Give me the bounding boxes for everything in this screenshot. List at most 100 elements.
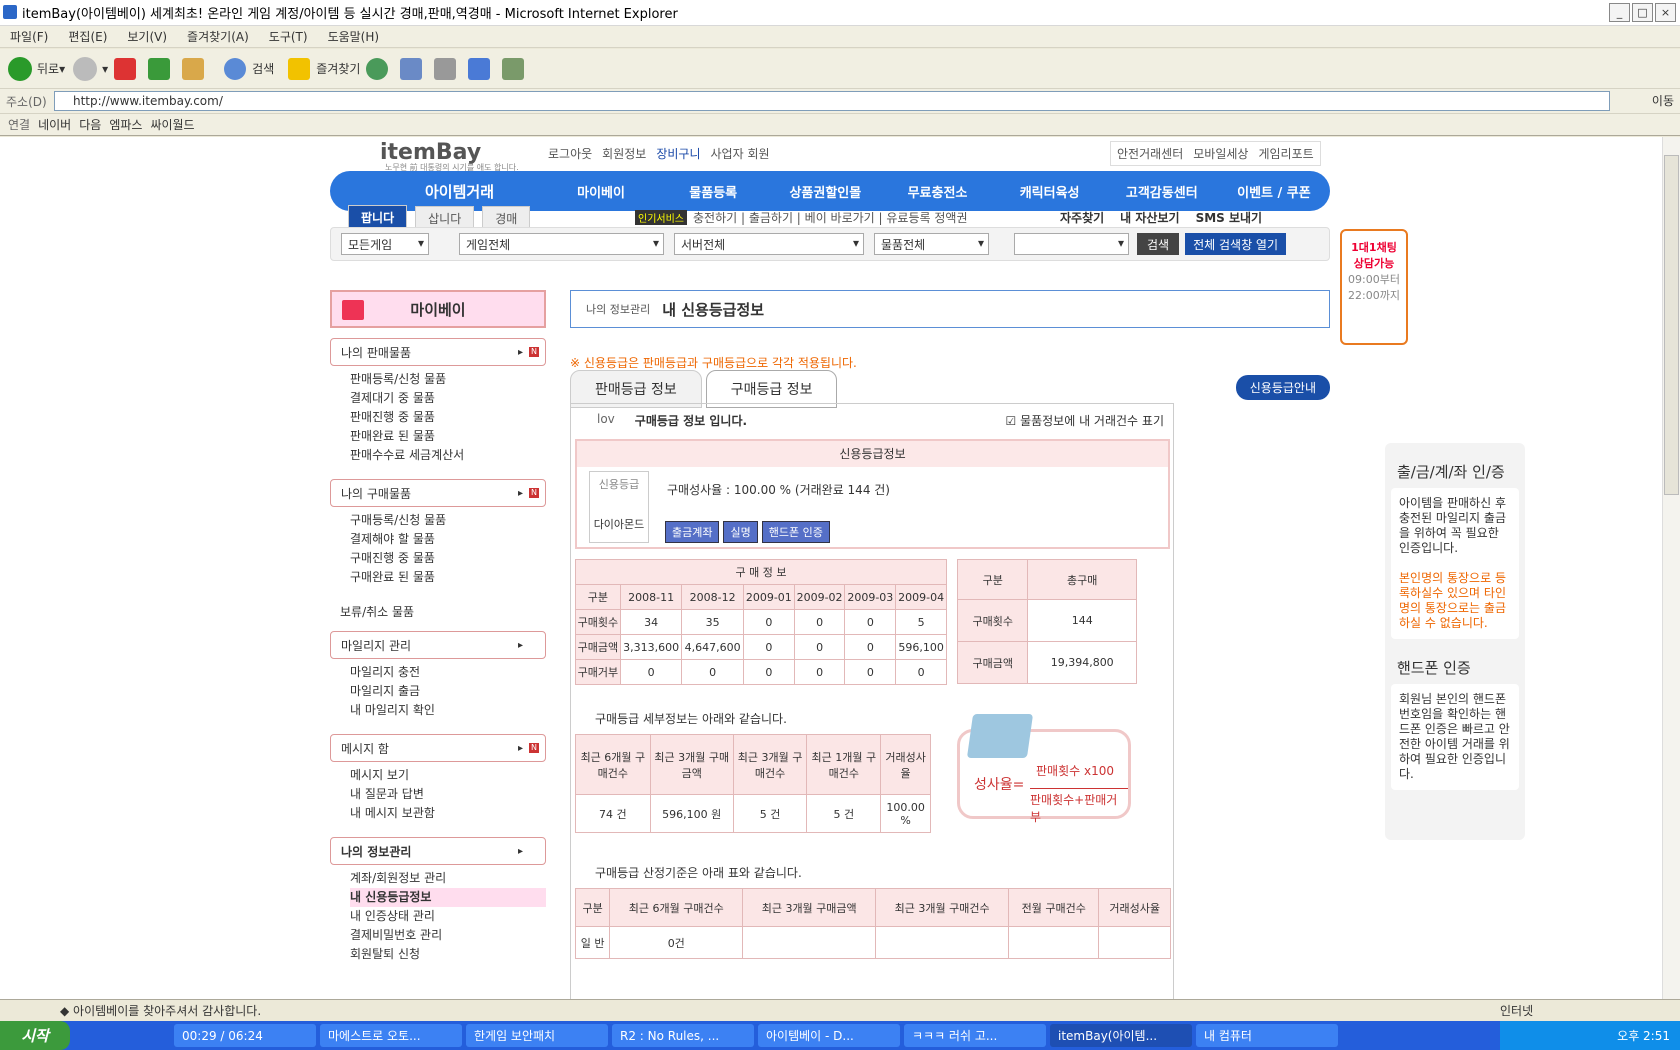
start-button[interactable]: 시작: [0, 1021, 70, 1050]
frequent-link[interactable]: 자주찾기: [1060, 209, 1104, 226]
item-select[interactable]: 물품전체: [874, 233, 989, 255]
game-category-select[interactable]: 모든게임: [341, 233, 429, 255]
sidebar-item[interactable]: 마일리지 충전: [350, 663, 546, 682]
sidebar-item-active[interactable]: 내 신용등급정보: [350, 888, 546, 907]
sidebar-head-info[interactable]: 나의 정보관리: [330, 837, 546, 865]
sidebar-item[interactable]: 결제해야 할 물품: [350, 530, 546, 549]
favorites-button[interactable]: 즐겨찾기: [282, 57, 360, 80]
sidebar-item[interactable]: 결제대기 중 물품: [350, 389, 546, 408]
task-item[interactable]: ㅋㅋㅋ 러쉬 고...: [904, 1024, 1046, 1047]
search-input[interactable]: [1014, 233, 1129, 255]
mileage-head-label: 마일리지 관리: [341, 638, 412, 653]
task-item[interactable]: 내 컴퓨터: [1196, 1024, 1338, 1047]
site-logo[interactable]: itemBay 노무현 前 대통령의 시기를 애도 합니다.: [330, 140, 519, 173]
menu-edit[interactable]: 편집(E): [68, 28, 107, 45]
task-item[interactable]: 마에스트로 오토...: [320, 1024, 462, 1047]
member-info-link[interactable]: 회원정보: [602, 145, 646, 162]
sidebar-title[interactable]: 마이베이: [330, 290, 546, 328]
task-item[interactable]: R2 : No Rules, ...: [612, 1024, 754, 1047]
cart-link[interactable]: 장비구니: [656, 145, 700, 162]
service-link-list[interactable]: 충전하기 | 출금하기 | 베이 바로가기 | 유료등록 정액권: [693, 209, 968, 226]
logout-link[interactable]: 로그아웃: [548, 145, 592, 162]
go-button[interactable]: 이동: [1652, 92, 1674, 109]
task-item[interactable]: 아이템베이 - D...: [758, 1024, 900, 1047]
sidebar-item[interactable]: 결제비밀번호 관리: [350, 926, 546, 945]
link-empas[interactable]: 엠파스: [109, 116, 142, 133]
refresh-icon[interactable]: [148, 57, 171, 80]
sidebar-item[interactable]: 메시지 보기: [350, 766, 546, 785]
game-select[interactable]: 게임전체: [459, 233, 664, 255]
menu-help[interactable]: 도움말(H): [328, 28, 380, 45]
nav-giftcard[interactable]: 상품권할인몰: [769, 182, 881, 201]
task-item[interactable]: 한게임 보안패치: [466, 1024, 608, 1047]
menu-tools[interactable]: 도구(T): [269, 28, 308, 45]
sidebar-item[interactable]: 내 마일리지 확인: [350, 701, 546, 720]
phone-auth-button[interactable]: 핸드폰 인증: [761, 521, 830, 543]
nav-support[interactable]: 고객감동센터: [1106, 182, 1218, 201]
credit-guide-button[interactable]: 신용등급안내: [1235, 375, 1330, 400]
search-button-site[interactable]: 검색: [1137, 233, 1180, 255]
sidebar-head-sell[interactable]: 나의 판매물품 N: [330, 338, 546, 366]
sidebar-item[interactable]: 판매진행 중 물품: [350, 408, 546, 427]
address-input[interactable]: http://www.itembay.com/: [54, 91, 1610, 111]
safe-trade-link[interactable]: 안전거래센터: [1117, 145, 1183, 162]
nav-brand[interactable]: 아이템거래: [425, 181, 545, 202]
sidebar-item[interactable]: 판매등록/신청 물품: [350, 370, 546, 389]
sidebar-head-message[interactable]: 메시지 함 N: [330, 734, 546, 762]
sidebar-head-buy[interactable]: 나의 구매물품 N: [330, 479, 546, 507]
menu-favorites[interactable]: 즐겨찾기(A): [187, 28, 249, 45]
nav-character[interactable]: 캐릭터육성: [994, 182, 1106, 201]
maximize-button[interactable]: □: [1632, 3, 1653, 22]
sidebar-item[interactable]: 계좌/회원정보 관리: [350, 869, 546, 888]
scroll-thumb[interactable]: [1664, 155, 1679, 495]
sidebar-head-mileage[interactable]: 마일리지 관리: [330, 631, 546, 659]
menu-view[interactable]: 보기(V): [127, 28, 167, 45]
breadcrumb-parent[interactable]: 나의 정보관리: [586, 301, 650, 317]
link-cyworld[interactable]: 싸이월드: [150, 116, 194, 133]
back-button[interactable]: 뒤로 ▾: [8, 56, 65, 81]
vertical-scrollbar[interactable]: [1662, 137, 1680, 999]
realname-button[interactable]: 실명: [723, 521, 758, 543]
task-item[interactable]: 00:29 / 06:24: [174, 1024, 316, 1047]
show-count-checkbox[interactable]: ☑ 물품정보에 내 거래건수 표기: [1005, 412, 1164, 429]
forward-button[interactable]: ▾: [73, 56, 108, 81]
edit-icon[interactable]: [468, 57, 491, 80]
search-button[interactable]: 검색: [218, 57, 274, 80]
link-naver[interactable]: 네이버: [38, 116, 71, 133]
withdraw-account-button[interactable]: 출금계좌: [665, 521, 720, 543]
mail-icon[interactable]: [400, 57, 423, 80]
sidebar-item[interactable]: 마일리지 출금: [350, 682, 546, 701]
link-daum[interactable]: 다음: [79, 116, 101, 133]
sidebar-item[interactable]: 구매진행 중 물품: [350, 549, 546, 568]
print-icon[interactable]: [434, 57, 457, 80]
chat-banner[interactable]: 1대1채팅 상담가능 09:00부터 22:00까지: [1340, 229, 1408, 345]
nav-register[interactable]: 물품등록: [657, 182, 769, 201]
assets-link[interactable]: 내 자산보기: [1120, 209, 1179, 226]
messenger-icon[interactable]: [502, 57, 525, 80]
sidebar-item[interactable]: 내 인증상태 관리: [350, 907, 546, 926]
mobile-link[interactable]: 모바일세상: [1193, 145, 1248, 162]
sidebar-item[interactable]: 내 질문과 답변: [350, 785, 546, 804]
nav-mybay[interactable]: 마이베이: [545, 182, 657, 201]
history-icon[interactable]: [366, 57, 389, 80]
open-search-button[interactable]: 전체 검색창 열기: [1185, 233, 1287, 255]
menu-file[interactable]: 파일(F): [10, 28, 48, 45]
home-icon[interactable]: [182, 57, 205, 80]
business-member-link[interactable]: 사업자 회원: [711, 145, 770, 162]
sidebar-item[interactable]: 판매수수료 세금계산서: [350, 446, 546, 465]
stop-icon[interactable]: [114, 57, 137, 80]
nav-charge[interactable]: 무료충전소: [881, 182, 993, 201]
sidebar-item[interactable]: 구매등록/신청 물품: [350, 511, 546, 530]
sms-link[interactable]: SMS 보내기: [1196, 209, 1263, 226]
sidebar-item[interactable]: 내 메시지 보관함: [350, 804, 546, 823]
minimize-button[interactable]: _: [1609, 3, 1630, 22]
sidebar-item[interactable]: 판매완료 된 물품: [350, 427, 546, 446]
close-button[interactable]: ×: [1655, 3, 1676, 22]
game-report-link[interactable]: 게임리포트: [1258, 145, 1313, 162]
nav-event[interactable]: 이벤트 / 쿠폰: [1218, 182, 1330, 201]
server-select[interactable]: 서버전체: [674, 233, 864, 255]
task-item-active[interactable]: itemBay(아이템...: [1050, 1024, 1192, 1047]
sidebar-hold[interactable]: 보류/취소 물품: [340, 603, 546, 621]
sidebar-item[interactable]: 구매완료 된 물품: [350, 568, 546, 587]
sidebar-item[interactable]: 회원탈퇴 신청: [350, 945, 546, 964]
